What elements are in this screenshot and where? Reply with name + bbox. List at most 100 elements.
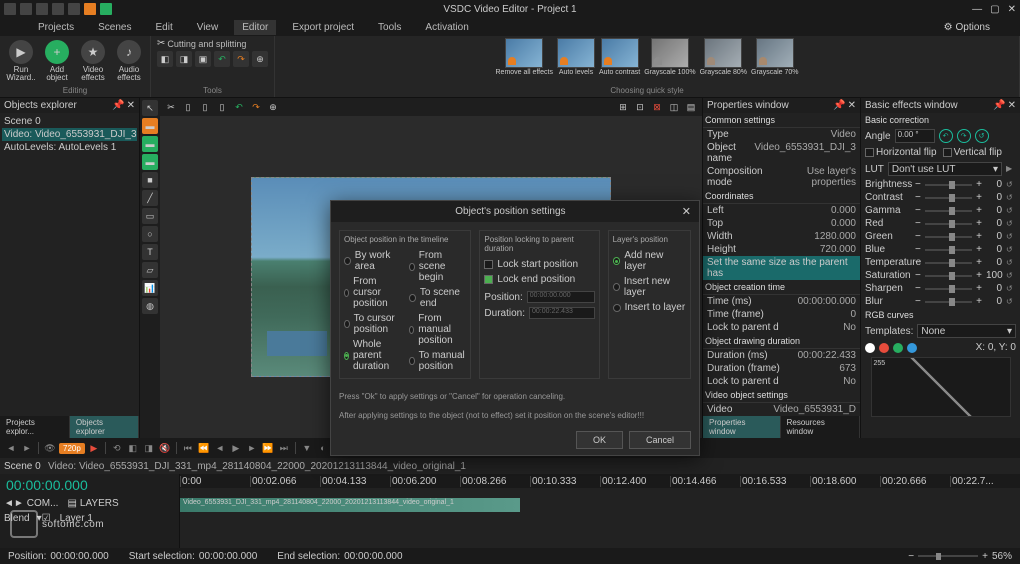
step-fwd-icon[interactable]: ► bbox=[245, 441, 259, 455]
chart-icon[interactable]: 📊 bbox=[142, 280, 158, 296]
menu-tools[interactable]: Tools bbox=[370, 20, 409, 35]
reset-icon[interactable]: ↺ bbox=[1006, 232, 1016, 242]
close-icon[interactable]: ✕ bbox=[848, 100, 856, 111]
zoom-out-icon[interactable]: − bbox=[908, 551, 914, 562]
step-back-icon[interactable]: ◄ bbox=[213, 441, 227, 455]
tool-icon[interactable]: ▬ bbox=[142, 154, 158, 170]
radio-insert-to-layer[interactable]: Insert to layer bbox=[613, 300, 686, 315]
duration-input[interactable]: 00:00:22.433 bbox=[529, 307, 595, 319]
video-clip[interactable]: Video_6553931_DJI_331_mp4_281140804_2200… bbox=[180, 498, 520, 512]
lut-select[interactable]: Don't use LUT▾ bbox=[888, 162, 1002, 176]
mute-icon[interactable]: 🔇 bbox=[158, 441, 172, 455]
tool-icon[interactable]: ▬ bbox=[142, 136, 158, 152]
radio-from-manual[interactable]: From manual position bbox=[409, 311, 466, 348]
tree-item-scene[interactable]: Scene 0 bbox=[2, 115, 137, 128]
record-icon[interactable]: ▶ bbox=[87, 441, 101, 455]
maximize-icon[interactable]: ▢ bbox=[990, 4, 999, 15]
rotate-ccw-icon[interactable]: ↶ bbox=[939, 129, 953, 143]
video-effects-button[interactable]: ★Video effects bbox=[76, 38, 110, 84]
radio-insert-new-layer[interactable]: Insert new layer bbox=[613, 274, 686, 300]
radio-scene-begin[interactable]: From scene begin bbox=[409, 248, 466, 285]
tab-resources[interactable]: Resources window bbox=[781, 416, 860, 438]
audio-effects-button[interactable]: ♪Audio effects bbox=[112, 38, 146, 84]
qa-icon[interactable] bbox=[100, 3, 112, 15]
menu-projects[interactable]: Projects bbox=[30, 20, 82, 35]
tab-objects-explorer[interactable]: Objects explorer bbox=[70, 416, 139, 438]
reset-icon[interactable]: ↺ bbox=[1006, 284, 1016, 294]
radio-add-layer[interactable]: Add new layer bbox=[613, 248, 686, 274]
tool-icon[interactable]: ◫ bbox=[667, 100, 681, 114]
menu-edit[interactable]: Edit bbox=[147, 20, 180, 35]
effect-auto-levels[interactable]: Auto levels bbox=[557, 38, 595, 76]
tab-properties[interactable]: Properties window bbox=[703, 416, 781, 438]
reset-icon[interactable]: ↺ bbox=[1006, 297, 1016, 307]
template-select[interactable]: None▾ bbox=[917, 324, 1016, 338]
radio-whole-parent[interactable]: Whole parent duration bbox=[344, 337, 401, 374]
menu-activation[interactable]: Activation bbox=[417, 20, 476, 35]
slider-blur[interactable]: Blur−+0↺ bbox=[861, 295, 1020, 308]
tool-icon[interactable]: ⊕ bbox=[266, 100, 280, 114]
set-same-size-button[interactable]: Set the same size as the parent has bbox=[703, 256, 860, 280]
rewind-icon[interactable]: ⏪ bbox=[197, 441, 211, 455]
rgb-curve[interactable]: 255 bbox=[871, 357, 1011, 417]
rgb-red[interactable] bbox=[879, 343, 889, 353]
ok-button[interactable]: OK bbox=[576, 431, 623, 449]
radio-to-manual[interactable]: To manual position bbox=[409, 348, 466, 374]
reset-icon[interactable]: ↺ bbox=[1006, 219, 1016, 229]
qa-icon[interactable] bbox=[68, 3, 80, 15]
tool-icon[interactable]: ⊕ bbox=[252, 51, 268, 67]
timeline-tracks[interactable]: 0:00 00:02.066 00:04.133 00:06.200 00:08… bbox=[180, 474, 1020, 548]
tool-icon[interactable]: ◧ bbox=[126, 441, 140, 455]
slider-sharpen[interactable]: Sharpen−+0↺ bbox=[861, 282, 1020, 295]
timeline-ruler[interactable]: 0:00 00:02.066 00:04.133 00:06.200 00:08… bbox=[180, 474, 1020, 488]
rgb-white[interactable] bbox=[865, 343, 875, 353]
reset-icon[interactable]: ↺ bbox=[1006, 180, 1016, 190]
tree-item-video[interactable]: Video: Video_6553931_DJI_3 bbox=[2, 128, 137, 141]
effect-grayscale-80[interactable]: Grayscale 80% bbox=[700, 38, 747, 76]
angle-input[interactable]: 0.00 ° bbox=[895, 129, 935, 143]
reset-icon[interactable]: ↺ bbox=[1006, 206, 1016, 216]
tool-icon[interactable]: ▯ bbox=[198, 100, 212, 114]
slider-gamma[interactable]: Gamma−+0↺ bbox=[861, 204, 1020, 217]
reset-icon[interactable]: ↺ bbox=[1006, 271, 1016, 281]
run-wizard-button[interactable]: ▶Run Wizard.. bbox=[4, 38, 38, 84]
reset-icon[interactable]: ↺ bbox=[1006, 245, 1016, 255]
slider-saturation[interactable]: Saturation−+100↺ bbox=[861, 269, 1020, 282]
qa-icon[interactable] bbox=[4, 3, 16, 15]
loop-icon[interactable]: ⟲ bbox=[110, 441, 124, 455]
radio-scene-end[interactable]: To scene end bbox=[409, 285, 466, 311]
slider-contrast[interactable]: Contrast−+0↺ bbox=[861, 191, 1020, 204]
close-icon[interactable]: ✕ bbox=[127, 100, 135, 111]
tool-icon[interactable]: ■ bbox=[142, 172, 158, 188]
qa-icon[interactable] bbox=[84, 3, 96, 15]
tree-item-autolevels[interactable]: AutoLevels: AutoLevels 1 bbox=[2, 141, 137, 154]
effect-auto-contrast[interactable]: Auto contrast bbox=[599, 38, 640, 76]
skip-end-icon[interactable]: ⏭ bbox=[277, 441, 291, 455]
scissors-icon[interactable]: ✂ bbox=[164, 100, 178, 114]
slider-temperature[interactable]: Temperature−+0↺ bbox=[861, 256, 1020, 269]
horizontal-flip-check[interactable]: Horizontal flip bbox=[865, 147, 937, 158]
qa-icon[interactable] bbox=[20, 3, 32, 15]
line-icon[interactable]: ╱ bbox=[142, 190, 158, 206]
rgb-green[interactable] bbox=[893, 343, 903, 353]
marker-icon[interactable]: ▼ bbox=[300, 441, 314, 455]
forward-icon[interactable]: ⏩ bbox=[261, 441, 275, 455]
pin-icon[interactable]: 📌 bbox=[993, 100, 1005, 111]
eye-icon[interactable]: 👁 bbox=[43, 441, 57, 455]
radio-from-cursor[interactable]: From cursor position bbox=[344, 274, 401, 311]
scene-next-icon[interactable]: ► bbox=[20, 441, 34, 455]
lut-apply-icon[interactable]: ▶ bbox=[1006, 164, 1016, 174]
rotate-cw-icon[interactable]: ↷ bbox=[957, 129, 971, 143]
position-input[interactable]: 00:00:00.000 bbox=[527, 291, 595, 303]
skip-start-icon[interactable]: ⏮ bbox=[181, 441, 195, 455]
reset-icon[interactable]: ↺ bbox=[975, 129, 989, 143]
align-icon[interactable]: ⊞ bbox=[616, 100, 630, 114]
tool-icon[interactable]: ▯ bbox=[215, 100, 229, 114]
pin-icon[interactable]: 📌 bbox=[112, 100, 124, 111]
cancel-button[interactable]: Cancel bbox=[629, 431, 691, 449]
pin-icon[interactable]: 📌 bbox=[833, 100, 845, 111]
slider-green[interactable]: Green−+0↺ bbox=[861, 230, 1020, 243]
redo-icon[interactable]: ↷ bbox=[249, 100, 263, 114]
vertical-flip-check[interactable]: Vertical flip bbox=[943, 147, 1002, 158]
minimize-icon[interactable]: — bbox=[972, 4, 982, 15]
